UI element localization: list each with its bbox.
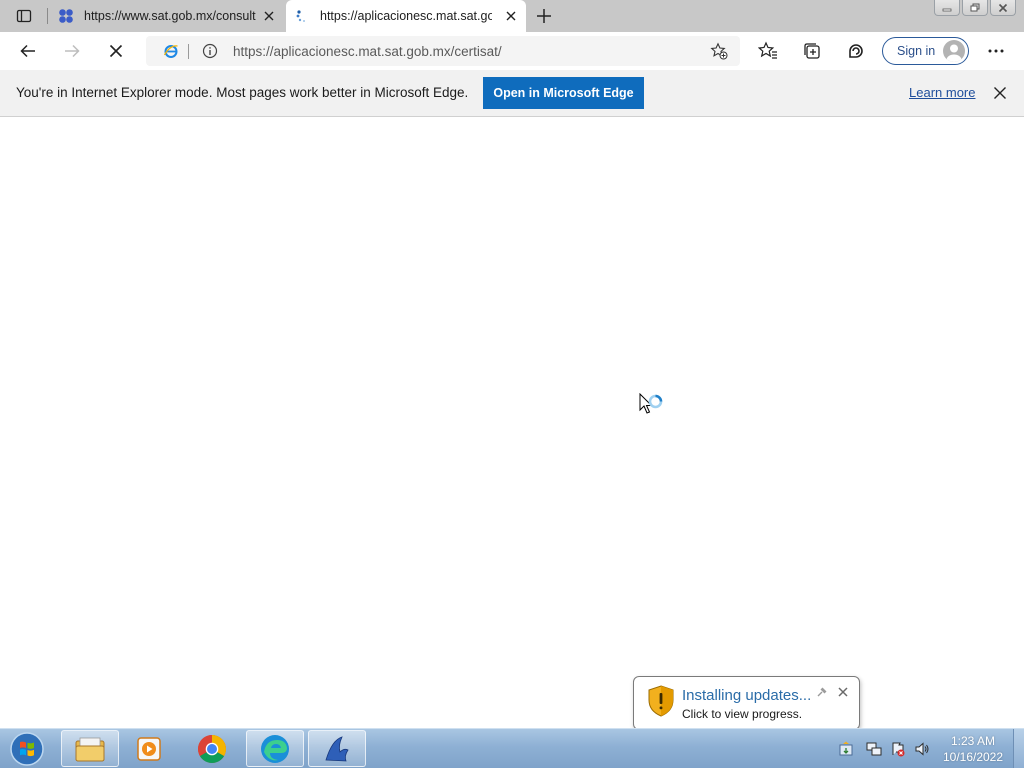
volume-icon[interactable] — [914, 741, 930, 757]
clock-date: 10/16/2022 — [942, 750, 1004, 764]
favorites-icon — [758, 41, 777, 59]
ie-mode-icon — [163, 45, 178, 58]
taskbar-edge[interactable] — [246, 730, 304, 767]
back-button[interactable] — [16, 39, 40, 63]
open-in-edge-button[interactable]: Open in Microsoft Edge — [483, 77, 644, 109]
edge-icon — [261, 734, 289, 763]
add-favorite-icon[interactable] — [710, 42, 728, 60]
tab-strip: https://www.sat.gob.mx/consulta https://… — [0, 0, 1024, 32]
tab-actions-button[interactable] — [8, 6, 40, 26]
tab-title: https://aplicacionesc.mat.sat.gob — [320, 9, 492, 23]
infobar-message: You're in Internet Explorer mode. Most p… — [16, 85, 469, 100]
more-icon — [988, 49, 1004, 53]
favorites-button[interactable] — [756, 39, 780, 63]
close-icon — [998, 3, 1008, 12]
stop-loading-button[interactable] — [104, 39, 128, 63]
action-center-icon[interactable] — [890, 741, 906, 757]
tab-certisat[interactable]: https://aplicacionesc.mat.sat.gob — [286, 0, 526, 32]
tab-close-icon[interactable] — [504, 9, 518, 23]
browser-essentials-button[interactable] — [844, 39, 868, 63]
tab-actions-icon — [16, 9, 32, 23]
site-info-icon[interactable] — [202, 43, 218, 59]
close-icon[interactable] — [992, 85, 1008, 101]
taskbar: 1:23 AM 10/16/2022 — [0, 728, 1024, 768]
media-player-icon — [137, 736, 161, 761]
custom-app-icon — [325, 735, 349, 761]
clock-time: 1:23 AM — [950, 734, 996, 748]
browser-essentials-icon — [849, 44, 863, 58]
restore-button[interactable] — [962, 0, 988, 16]
taskbar-media-player[interactable] — [120, 730, 178, 767]
security-shield-icon — [648, 685, 674, 717]
sign-in-label: Sign in — [897, 44, 936, 58]
close-window-button[interactable] — [990, 0, 1016, 16]
collections-button[interactable] — [800, 39, 824, 63]
address-separator — [188, 44, 189, 59]
tab-close-icon[interactable] — [262, 9, 276, 23]
taskbar-explorer[interactable] — [61, 730, 119, 767]
ie-mode-infobar: You're in Internet Explorer mode. Most p… — [0, 70, 1024, 117]
forward-button[interactable] — [60, 39, 84, 63]
settings-more-button[interactable] — [984, 39, 1008, 63]
show-desktop-button[interactable] — [1013, 729, 1024, 768]
address-url[interactable]: https://aplicacionesc.mat.sat.gob.mx/cer… — [233, 44, 502, 59]
window-controls — [932, 0, 1016, 18]
taskbar-chrome[interactable] — [183, 730, 241, 767]
restore-icon — [970, 3, 980, 11]
start-button[interactable] — [6, 730, 48, 768]
system-clock[interactable]: 1:23 AM 10/16/2022 — [940, 733, 1006, 765]
minimize-button[interactable] — [934, 0, 960, 16]
minimize-icon — [942, 8, 952, 11]
new-tab-icon[interactable] — [534, 6, 554, 26]
busy-cursor-icon — [639, 393, 663, 414]
collections-icon — [804, 43, 820, 59]
page-content — [0, 118, 1024, 728]
avatar — [943, 40, 965, 62]
windows-update-icon[interactable] — [838, 741, 854, 757]
windows-explorer-icon — [75, 737, 105, 761]
address-bar[interactable]: https://aplicacionesc.mat.sat.gob.mx/cer… — [146, 36, 740, 66]
browser-toolbar: https://aplicacionesc.mat.sat.gob.mx/cer… — [0, 32, 1024, 70]
back-arrow-icon — [20, 44, 35, 58]
sign-in-button[interactable]: Sign in — [882, 37, 969, 65]
tab-title: https://www.sat.gob.mx/consulta — [84, 9, 256, 23]
forward-arrow-icon — [65, 44, 80, 58]
sat-favicon-icon — [59, 9, 73, 23]
chrome-icon — [198, 734, 226, 763]
tab-separator — [47, 8, 48, 24]
options-icon[interactable] — [816, 686, 828, 698]
update-notification[interactable]: Installing updates... Click to view prog… — [633, 676, 860, 741]
taskbar-custom-app[interactable] — [308, 730, 366, 767]
notification-subtitle: Click to view progress. — [682, 707, 803, 721]
learn-more-link[interactable]: Learn more — [909, 85, 975, 100]
windows-start-icon — [10, 732, 44, 766]
network-icon[interactable] — [866, 741, 882, 757]
stop-icon — [109, 44, 123, 58]
close-icon[interactable] — [837, 686, 849, 698]
notification-title: Installing updates... — [682, 687, 812, 704]
loading-spinner-icon — [296, 10, 305, 22]
profile-icon — [946, 44, 962, 62]
tab-sat-consulta[interactable]: https://www.sat.gob.mx/consulta — [50, 0, 284, 32]
